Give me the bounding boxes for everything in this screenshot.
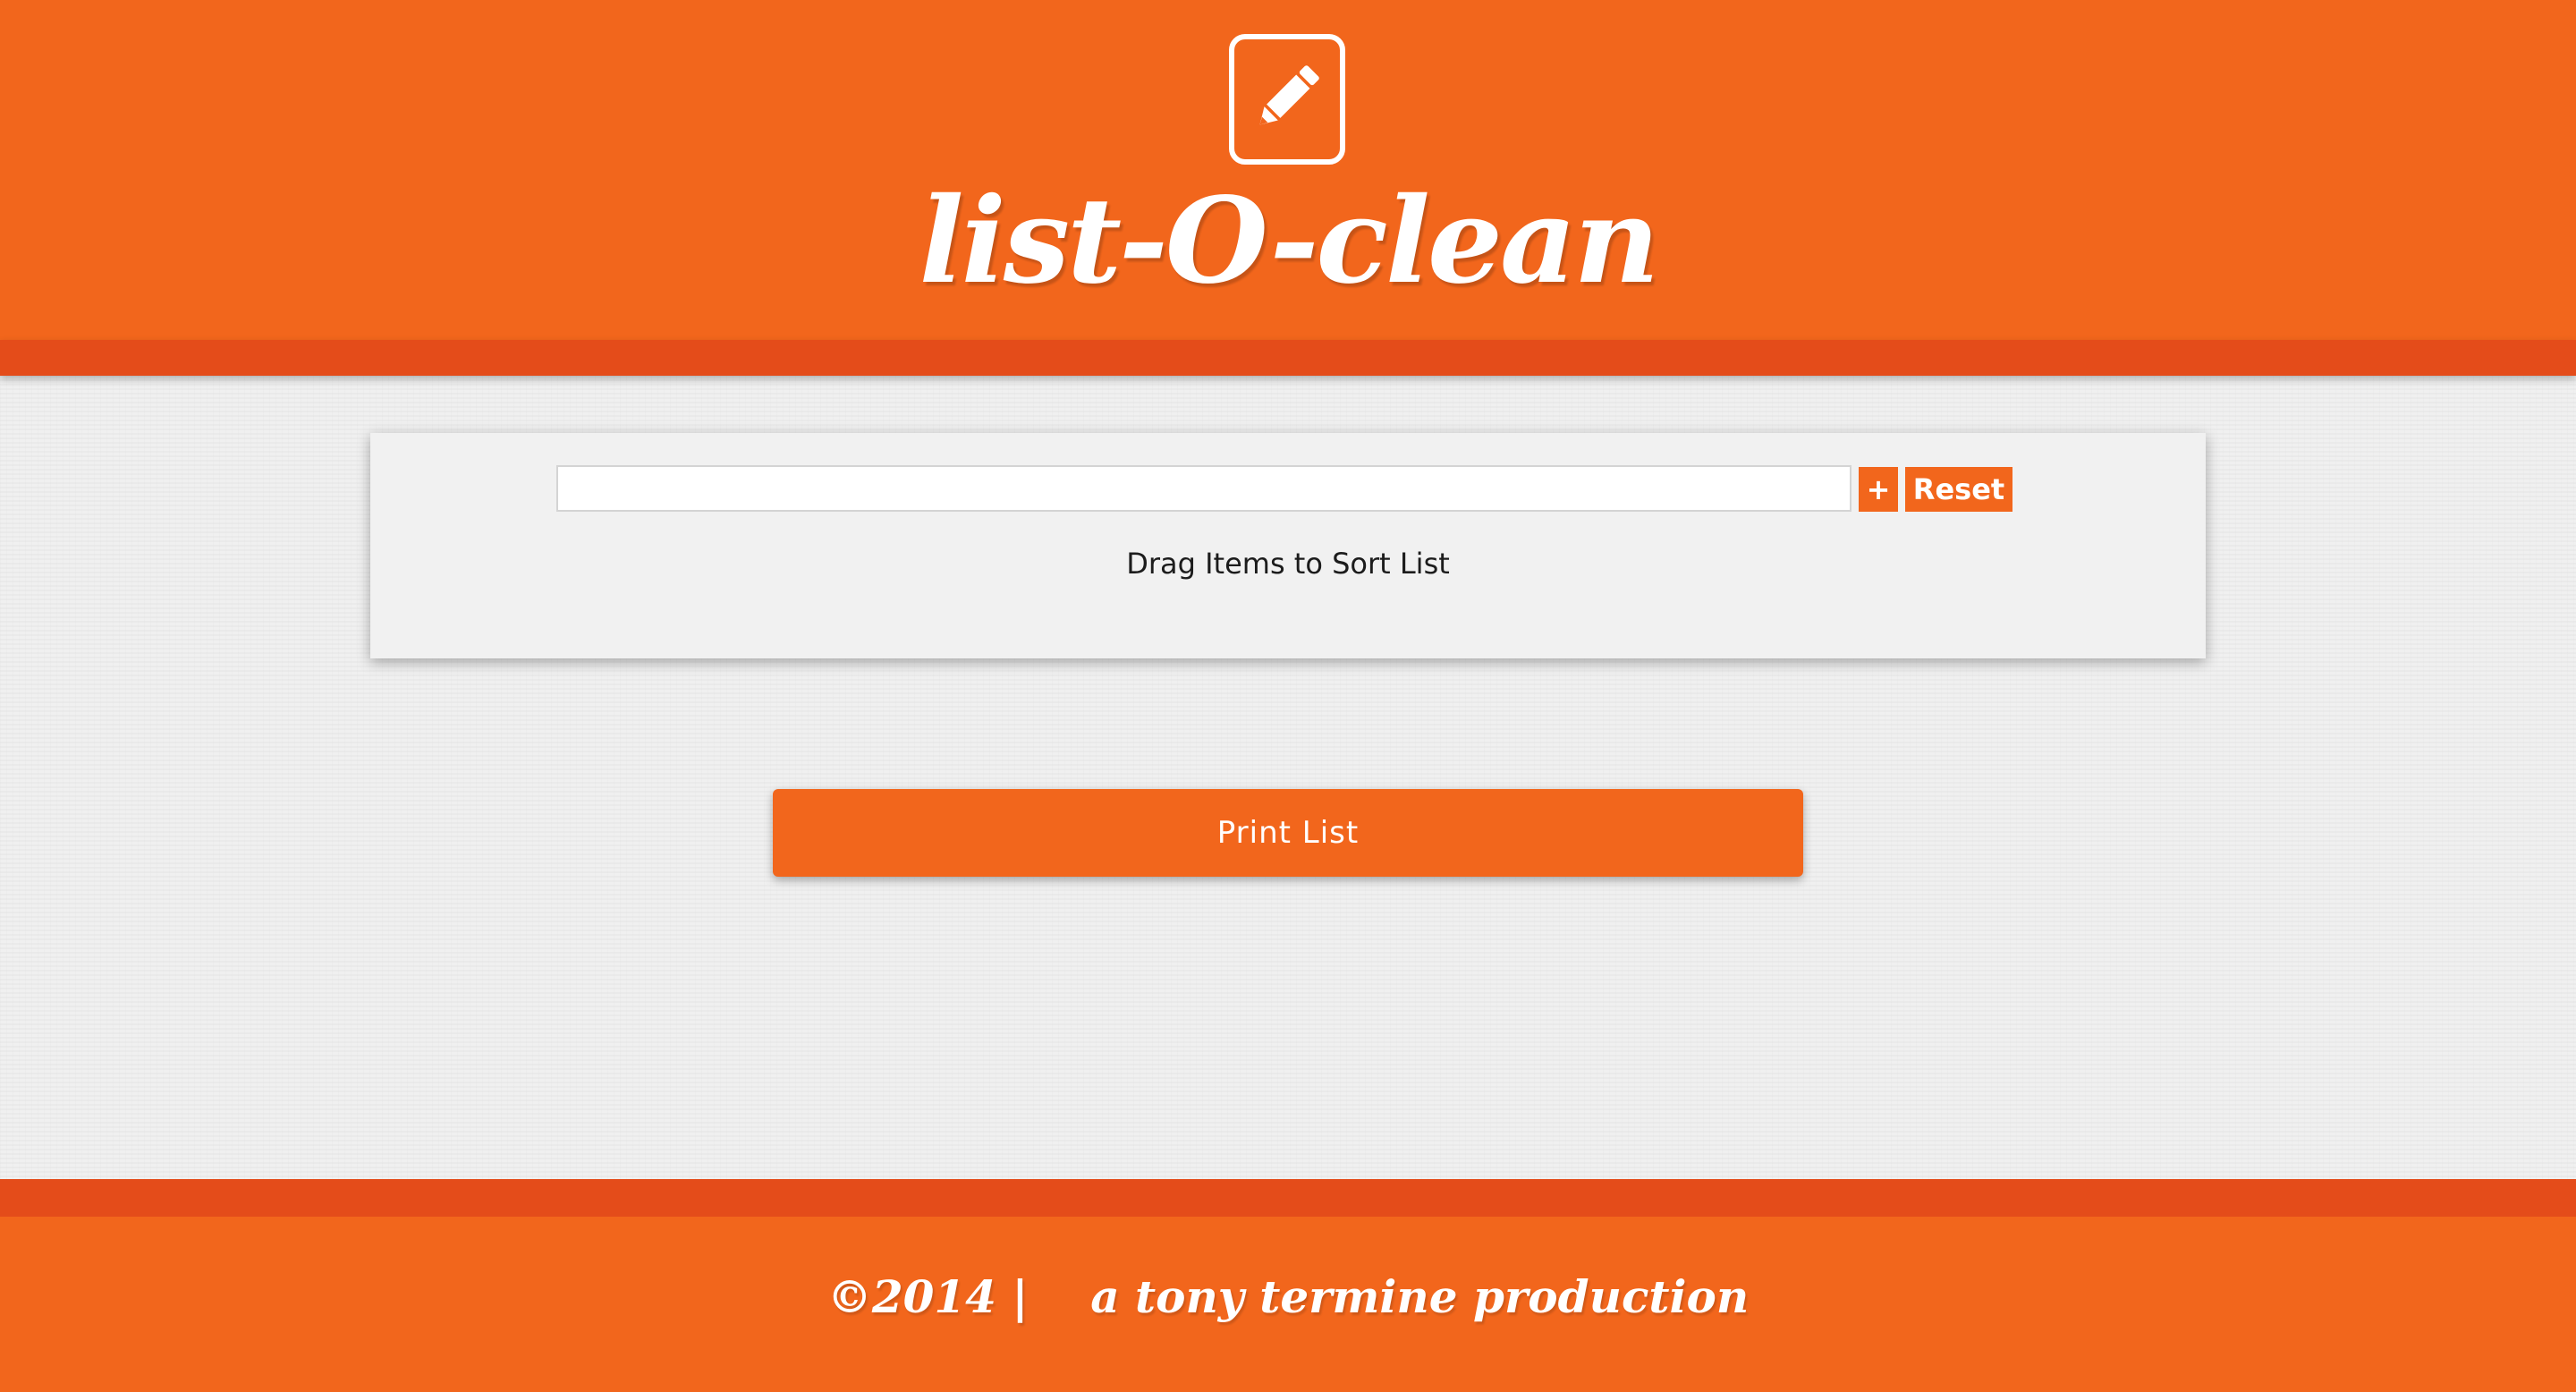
footer-stripe xyxy=(0,1179,2576,1217)
app-title: list-O-clean xyxy=(919,172,1660,310)
footer-credit: ©2014 | a tony termine production xyxy=(826,1270,1750,1323)
sort-hint: Drag Items to Sort List xyxy=(1126,547,1450,581)
site-footer: ©2014 | a tony termine production xyxy=(0,1217,2576,1392)
pencil-square-icon xyxy=(1229,34,1345,165)
print-list-button[interactable]: Print List xyxy=(773,789,1803,877)
site-header: list-O-clean xyxy=(0,0,2576,340)
list-card: + Reset Drag Items to Sort List xyxy=(370,433,2206,658)
add-item-button[interactable]: + xyxy=(1859,467,1898,512)
reset-button[interactable]: Reset xyxy=(1905,467,2012,512)
header-stripe xyxy=(0,340,2576,376)
new-item-input[interactable] xyxy=(556,465,1852,512)
